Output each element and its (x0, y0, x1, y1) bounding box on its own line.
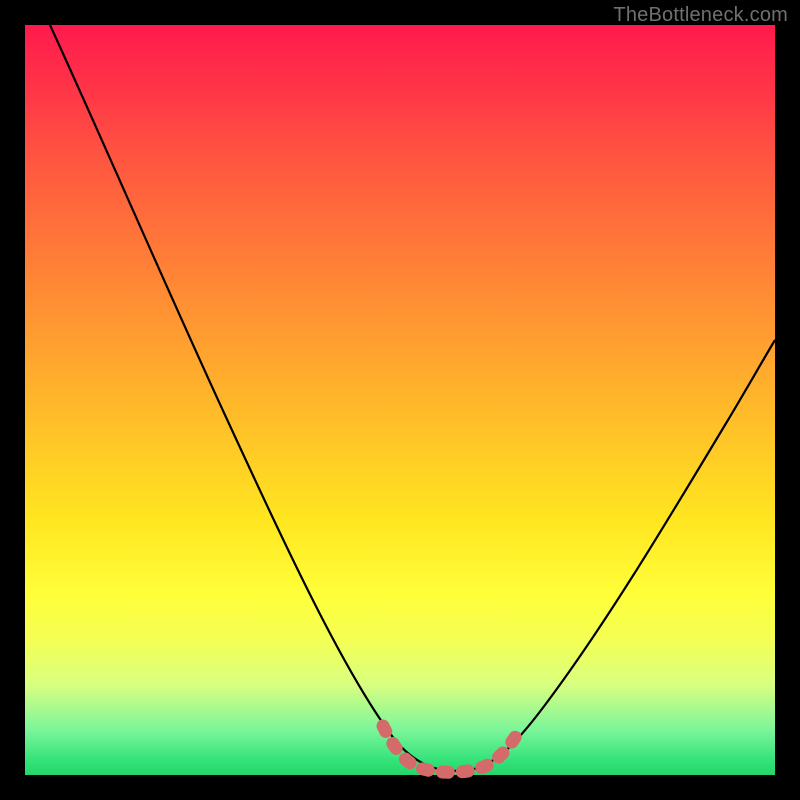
plot-area (25, 25, 775, 775)
bottleneck-curve (50, 25, 775, 771)
chart-svg (25, 25, 775, 775)
chart-frame: TheBottleneck.com (0, 0, 800, 800)
watermark-text: TheBottleneck.com (613, 4, 788, 27)
